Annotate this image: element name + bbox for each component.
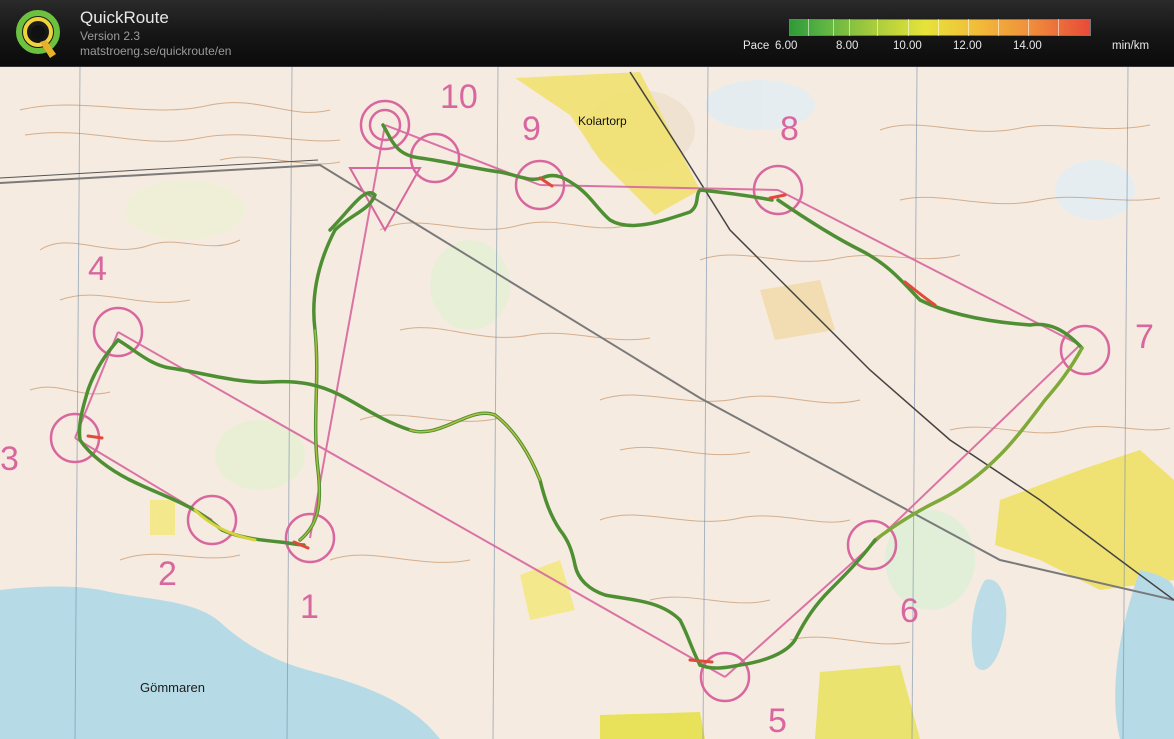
control-number-8: 8 bbox=[780, 110, 799, 148]
app-url: matstroeng.se/quickroute/en bbox=[80, 44, 232, 58]
pace-label: Pace bbox=[743, 40, 770, 52]
control-number-4: 4 bbox=[88, 250, 107, 288]
pace-tick-label: 14.00 bbox=[1013, 40, 1042, 52]
orienteering-map[interactable]: Kolartorp Gömmaren 1 2 3 4 5 6 7 8 9 10 bbox=[0, 67, 1174, 739]
control-number-7: 7 bbox=[1135, 318, 1154, 356]
pace-tick-label: 8.00 bbox=[836, 40, 859, 52]
control-number-10: 10 bbox=[440, 78, 478, 116]
control-number-3: 3 bbox=[0, 440, 19, 478]
control-number-2: 2 bbox=[158, 555, 177, 593]
app-version: Version 2.3 bbox=[80, 29, 141, 43]
pace-scale-ticks bbox=[789, 19, 1091, 36]
place-name-label: Kolartorp bbox=[578, 114, 627, 128]
pace-tick-label: 12.00 bbox=[953, 40, 982, 52]
quickroute-logo-icon bbox=[16, 10, 60, 58]
control-number-1: 1 bbox=[300, 588, 319, 626]
app-header: QuickRoute Version 2.3 matstroeng.se/qui… bbox=[0, 0, 1174, 67]
control-number-5: 5 bbox=[768, 702, 787, 739]
control-number-6: 6 bbox=[900, 592, 919, 630]
lake-name-label: Gömmaren bbox=[140, 680, 205, 695]
pace-tick-label: 10.00 bbox=[893, 40, 922, 52]
pace-tick-label: 6.00 bbox=[775, 40, 798, 52]
app-title: QuickRoute bbox=[80, 8, 169, 27]
control-number-9: 9 bbox=[522, 110, 541, 148]
pace-unit-label: min/km bbox=[1112, 40, 1150, 52]
